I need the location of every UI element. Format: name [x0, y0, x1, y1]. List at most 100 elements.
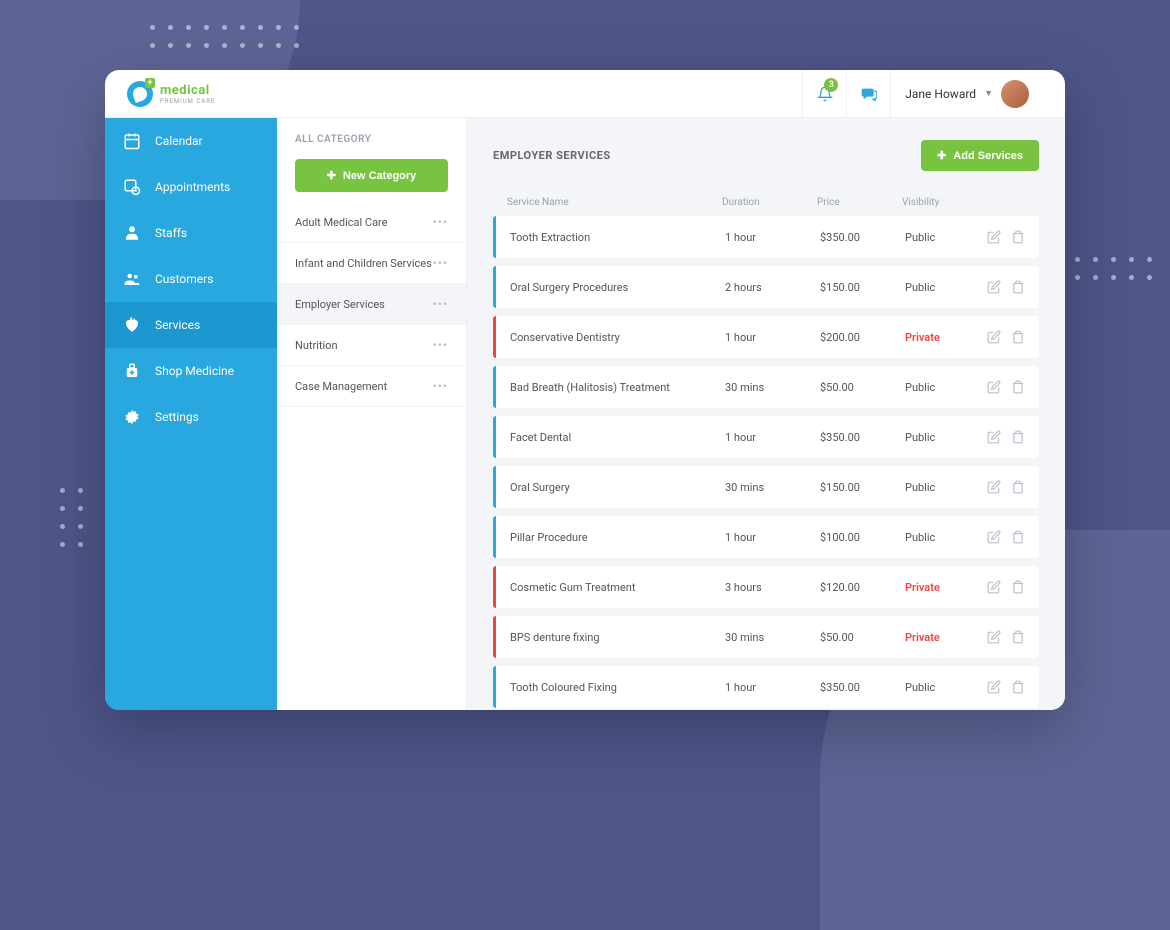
service-price: $150.00 [820, 281, 905, 294]
service-price: $120.00 [820, 581, 905, 594]
sidebar-item-label: Calendar [155, 134, 203, 148]
sidebar-item-shop-medicine[interactable]: Shop Medicine [105, 348, 277, 394]
more-icon[interactable]: ••• [433, 256, 448, 270]
page-title: EMPLOYER SERVICES [493, 149, 611, 162]
service-price: $100.00 [820, 531, 905, 544]
table-row[interactable]: Pillar Procedure1 hour$100.00Public [493, 516, 1039, 558]
edit-icon[interactable] [987, 580, 1001, 594]
service-name: Cosmetic Gum Treatment [510, 581, 725, 594]
new-category-button[interactable]: ✚ New Category [295, 159, 448, 192]
table-row[interactable]: Bad Breath (Halitosis) Treatment30 mins$… [493, 366, 1039, 408]
category-item[interactable]: Case Management••• [277, 366, 466, 407]
more-icon[interactable]: ••• [433, 215, 448, 229]
service-visibility: Public [905, 431, 975, 444]
category-item[interactable]: Nutrition••• [277, 325, 466, 366]
service-price: $50.00 [820, 631, 905, 644]
user-menu[interactable]: Jane Howard ▼ [890, 70, 1043, 118]
notifications-button[interactable]: 3 [802, 70, 846, 118]
edit-icon[interactable] [987, 330, 1001, 344]
more-icon[interactable]: ••• [433, 338, 448, 352]
col-visibility: Visibility [902, 197, 972, 208]
edit-icon[interactable] [987, 380, 1001, 394]
table-row[interactable]: Tooth Coloured Fixing1 hour$350.00Public [493, 666, 1039, 708]
row-actions [975, 480, 1025, 494]
service-price: $350.00 [820, 431, 905, 444]
category-label: Adult Medical Care [295, 216, 388, 229]
delete-icon[interactable] [1011, 380, 1025, 394]
row-actions [975, 230, 1025, 244]
delete-icon[interactable] [1011, 280, 1025, 294]
service-visibility: Public [905, 281, 975, 294]
table-row[interactable]: Facet Dental1 hour$350.00Public [493, 416, 1039, 458]
sidebar-item-label: Shop Medicine [155, 364, 234, 378]
service-duration: 1 hour [725, 681, 820, 694]
table-row[interactable]: Cosmetic Gum Treatment3 hours$120.00Priv… [493, 566, 1039, 608]
edit-icon[interactable] [987, 630, 1001, 644]
delete-icon[interactable] [1011, 230, 1025, 244]
sidebar-item-calendar[interactable]: Calendar [105, 118, 277, 164]
table-row[interactable]: Oral Surgery Procedures2 hours$150.00Pub… [493, 266, 1039, 308]
delete-icon[interactable] [1011, 480, 1025, 494]
sidebar-item-customers[interactable]: Customers [105, 256, 277, 302]
service-visibility: Public [905, 531, 975, 544]
category-panel: ALL CATEGORY ✚ New Category Adult Medica… [277, 118, 467, 710]
logo[interactable]: medical PREMIUM CARE [127, 81, 215, 107]
medicine-icon [123, 362, 141, 380]
col-duration: Duration [722, 197, 817, 208]
gear-icon [123, 408, 141, 426]
edit-icon[interactable] [987, 280, 1001, 294]
service-visibility: Public [905, 481, 975, 494]
delete-icon[interactable] [1011, 580, 1025, 594]
chat-button[interactable] [846, 70, 890, 118]
service-visibility: Public [905, 681, 975, 694]
table-row[interactable]: Oral Surgery30 mins$150.00Public [493, 466, 1039, 508]
sidebar-item-settings[interactable]: Settings [105, 394, 277, 440]
delete-icon[interactable] [1011, 630, 1025, 644]
service-price: $50.00 [820, 381, 905, 394]
delete-icon[interactable] [1011, 330, 1025, 344]
sidebar-item-services[interactable]: Services [105, 302, 277, 348]
service-price: $350.00 [820, 681, 905, 694]
service-name: Conservative Dentistry [510, 331, 725, 344]
category-label: Employer Services [295, 298, 385, 311]
edit-icon[interactable] [987, 680, 1001, 694]
edit-icon[interactable] [987, 480, 1001, 494]
plus-icon: ✚ [327, 169, 336, 182]
add-services-label: Add Services [953, 150, 1023, 162]
service-duration: 30 mins [725, 381, 820, 394]
service-price: $200.00 [820, 331, 905, 344]
row-actions [975, 380, 1025, 394]
delete-icon[interactable] [1011, 530, 1025, 544]
category-header: ALL CATEGORY [277, 118, 466, 159]
service-price: $150.00 [820, 481, 905, 494]
service-name: BPS denture fixing [510, 631, 725, 644]
add-services-button[interactable]: ✚ Add Services [921, 140, 1039, 171]
edit-icon[interactable] [987, 430, 1001, 444]
delete-icon[interactable] [1011, 680, 1025, 694]
service-visibility: Private [905, 631, 975, 644]
table-row[interactable]: Tooth Extraction1 hour$350.00Public [493, 216, 1039, 258]
service-visibility: Private [905, 581, 975, 594]
category-item[interactable]: Infant and Children Services••• [277, 243, 466, 284]
more-icon[interactable]: ••• [433, 379, 448, 393]
sidebar-item-label: Appointments [155, 180, 230, 194]
category-item[interactable]: Employer Services ••• [277, 284, 466, 325]
row-actions [975, 530, 1025, 544]
table-row[interactable]: BPS denture fixing30 mins$50.00Private [493, 616, 1039, 658]
service-duration: 3 hours [725, 581, 820, 594]
appointments-icon [123, 178, 141, 196]
topbar: medical PREMIUM CARE 3 Jane Howard ▼ [105, 70, 1065, 118]
sidebar-item-staffs[interactable]: Staffs [105, 210, 277, 256]
service-name: Oral Surgery Procedures [510, 281, 725, 294]
edit-icon[interactable] [987, 530, 1001, 544]
table-row[interactable]: Conservative Dentistry1 hour$200.00Priva… [493, 316, 1039, 358]
sidebar-item-appointments[interactable]: Appointments [105, 164, 277, 210]
service-name: Facet Dental [510, 431, 725, 444]
more-icon[interactable]: ••• [433, 297, 448, 311]
avatar [1001, 80, 1029, 108]
edit-icon[interactable] [987, 230, 1001, 244]
delete-icon[interactable] [1011, 430, 1025, 444]
category-item[interactable]: Adult Medical Care ••• [277, 202, 466, 243]
service-duration: 30 mins [725, 481, 820, 494]
service-duration: 2 hours [725, 281, 820, 294]
